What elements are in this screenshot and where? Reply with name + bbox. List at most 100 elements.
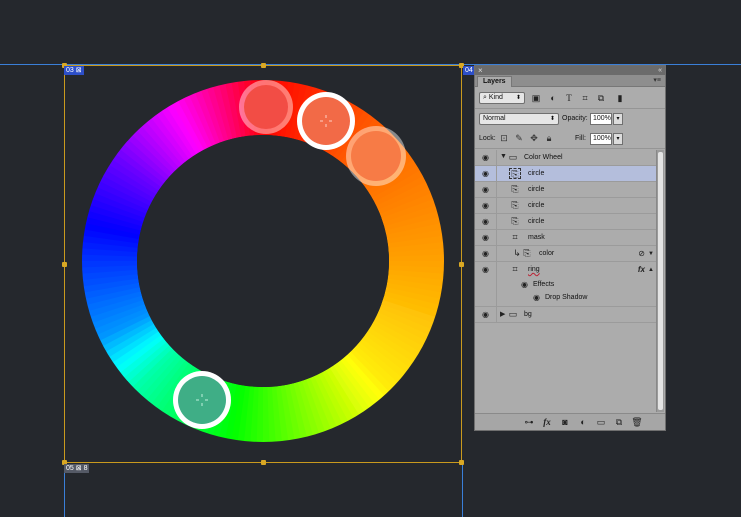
disclosure-triangle-collapsed-icon[interactable]: ▶ bbox=[500, 310, 505, 318]
tab-layers[interactable]: Layers bbox=[477, 76, 512, 87]
smart-object-badge-icon: ⊘ bbox=[638, 249, 645, 258]
add-mask-icon[interactable]: ◙ bbox=[559, 417, 571, 428]
layer-name: Color Wheel bbox=[524, 154, 563, 161]
handle-middle-right[interactable] bbox=[459, 262, 464, 267]
smart-object-thumbnail-icon: ⎘ bbox=[511, 184, 519, 194]
layer-name: circle bbox=[528, 218, 545, 225]
disclosure-triangle-expanded-icon[interactable]: ▼ bbox=[500, 153, 507, 160]
layers-panel: × « Layers ▾≡ ⌕ Kind ⬍ ▣ ◐ T ⌗ ⧉ ▮ Norma… bbox=[474, 65, 666, 431]
layer-name: bg bbox=[524, 311, 532, 318]
lock-transparency-icon[interactable]: ⊡ bbox=[499, 133, 509, 143]
eye-icon[interactable]: ◉ bbox=[521, 280, 530, 289]
fx-badge[interactable]: fx bbox=[638, 263, 645, 276]
shape-filter-icon[interactable]: ⌗ bbox=[580, 93, 590, 103]
blend-mode-value: Normal bbox=[483, 115, 506, 122]
effects-row[interactable]: ◉ Effects bbox=[475, 278, 657, 291]
eye-icon[interactable]: ◉ bbox=[482, 153, 491, 162]
layer-row-circle-selected[interactable]: ◉ ⎘ circle bbox=[475, 166, 657, 182]
handle-bottom-right[interactable] bbox=[459, 460, 464, 465]
handle-bottom-middle[interactable] bbox=[261, 460, 266, 465]
type-filter-icon[interactable]: T bbox=[564, 93, 574, 103]
trash-icon[interactable]: 🗑︎ bbox=[631, 417, 643, 428]
opacity-dropdown-button[interactable]: ▾ bbox=[613, 113, 623, 125]
new-layer-icon[interactable]: ⧉ bbox=[613, 417, 625, 428]
slice-number: 04 bbox=[465, 67, 473, 74]
layer-name: circle bbox=[528, 186, 545, 193]
eye-icon[interactable]: ◉ bbox=[482, 185, 491, 194]
smart-object-thumbnail-icon: ⎘ bbox=[511, 216, 519, 226]
handle-middle-left[interactable] bbox=[62, 262, 67, 267]
image-filter-icon[interactable]: ▣ bbox=[531, 93, 541, 103]
fill-dropdown-button[interactable]: ▾ bbox=[613, 133, 623, 145]
clipping-arrow-icon: ↳ bbox=[513, 248, 521, 258]
link-layers-icon[interactable]: ⊶ bbox=[523, 417, 535, 428]
eye-icon[interactable]: ◉ bbox=[482, 217, 491, 226]
smart-object-thumbnail-icon: ⎘ bbox=[523, 248, 531, 258]
knob-orange[interactable] bbox=[346, 126, 406, 186]
knob-teal[interactable] bbox=[173, 371, 231, 429]
vertical-guide-right[interactable] bbox=[462, 464, 463, 517]
layer-row-circle[interactable]: ◉ ⎘ circle bbox=[475, 182, 657, 198]
panel-menu-icon[interactable]: ▾≡ bbox=[653, 76, 661, 84]
slice-link-icon: 8 bbox=[83, 465, 88, 472]
layer-name: ring bbox=[528, 266, 540, 273]
opacity-label: Opacity: bbox=[562, 115, 588, 122]
add-style-icon[interactable]: fx bbox=[541, 417, 553, 428]
opacity-input[interactable]: 100% bbox=[590, 113, 612, 125]
lock-position-icon[interactable]: ✥ bbox=[529, 133, 539, 143]
blend-row: Normal ⬍ Opacity: 100% ▾ bbox=[475, 109, 665, 129]
lock-all-icon[interactable]: 🔒︎ bbox=[544, 133, 554, 143]
eye-icon[interactable]: ◉ bbox=[482, 169, 491, 178]
eye-icon[interactable]: ◉ bbox=[533, 293, 542, 302]
folder-icon: ▭ bbox=[508, 309, 518, 319]
kind-label: Kind bbox=[488, 94, 503, 101]
adjustment-layer-icon[interactable]: ◐ bbox=[577, 417, 589, 428]
kind-filter-select[interactable]: ⌕ Kind ⬍ bbox=[479, 92, 525, 104]
layer-row-color-wheel[interactable]: ◉ ▼ ▭ Color Wheel bbox=[475, 150, 657, 166]
layer-name: color bbox=[539, 250, 555, 257]
knob-salmon-selected[interactable] bbox=[297, 92, 355, 150]
layers-scrollbar[interactable] bbox=[656, 150, 664, 412]
slice-tag-top-left: 03 ⊠ bbox=[64, 66, 84, 75]
layer-row-circle[interactable]: ◉ ⎘ circle bbox=[475, 214, 657, 230]
knob-red[interactable] bbox=[239, 80, 293, 134]
layer-name: circle bbox=[528, 202, 545, 209]
chevron-up-icon[interactable]: ▲ bbox=[648, 264, 654, 276]
eye-icon[interactable]: ◉ bbox=[482, 310, 491, 319]
layer-row-color[interactable]: ◉ ↳ ⎘ color ⊘ ▼ bbox=[475, 246, 657, 262]
collapse-icon[interactable]: « bbox=[658, 66, 662, 75]
eye-icon[interactable]: ◉ bbox=[482, 233, 491, 242]
new-group-icon[interactable]: ▭ bbox=[595, 417, 607, 428]
smart-object-filter-icon[interactable]: ⧉ bbox=[596, 93, 606, 103]
color-wheel[interactable] bbox=[82, 80, 444, 442]
eye-icon[interactable]: ◉ bbox=[482, 265, 491, 274]
panel-titlebar[interactable]: × « bbox=[475, 66, 665, 75]
fill-label: Fill: bbox=[575, 135, 586, 142]
eye-icon[interactable]: ◉ bbox=[482, 249, 491, 258]
layer-row-circle[interactable]: ◉ ⎘ circle bbox=[475, 198, 657, 214]
chevron-down-icon: ⬍ bbox=[515, 95, 521, 101]
layer-list: ◉ ▼ ▭ Color Wheel ◉ ⎘ circle ◉ ⎘ circle … bbox=[475, 150, 657, 412]
layer-name: circle bbox=[528, 170, 545, 177]
chevron-down-icon[interactable]: ▼ bbox=[648, 248, 654, 260]
drop-shadow-row[interactable]: ◉ Drop Shadow bbox=[475, 291, 657, 307]
scrollbar-thumb[interactable] bbox=[658, 152, 663, 410]
fill-input[interactable]: 100% bbox=[590, 133, 612, 145]
lock-image-icon[interactable]: ✎ bbox=[514, 133, 524, 143]
slice-image-icon: ⊠ bbox=[75, 67, 82, 74]
layer-row-ring[interactable]: ◉ ⌗ ring fx ▲ bbox=[475, 262, 657, 278]
layer-row-mask[interactable]: ◉ ⌗ mask bbox=[475, 230, 657, 246]
lock-label: Lock: bbox=[479, 135, 496, 142]
panel-footer: ⊶ fx ◙ ◐ ▭ ⧉ 🗑︎ bbox=[475, 413, 665, 430]
filter-toggle-icon[interactable]: ▮ bbox=[615, 93, 625, 103]
smart-object-thumbnail-icon: ⎘ bbox=[509, 168, 521, 179]
blend-mode-select[interactable]: Normal ⬍ bbox=[479, 113, 559, 125]
slice-number: 03 bbox=[66, 67, 74, 74]
visibility-column bbox=[475, 278, 497, 291]
handle-top-middle[interactable] bbox=[261, 63, 266, 68]
adjustment-filter-icon[interactable]: ◐ bbox=[548, 93, 558, 103]
eye-icon[interactable]: ◉ bbox=[482, 201, 491, 210]
slice-tag-bottom-left: 05 ⊠ 8 bbox=[64, 464, 90, 473]
layer-row-bg[interactable]: ◉ ▶ ▭ bg bbox=[475, 307, 657, 323]
close-icon[interactable]: × bbox=[478, 66, 483, 75]
